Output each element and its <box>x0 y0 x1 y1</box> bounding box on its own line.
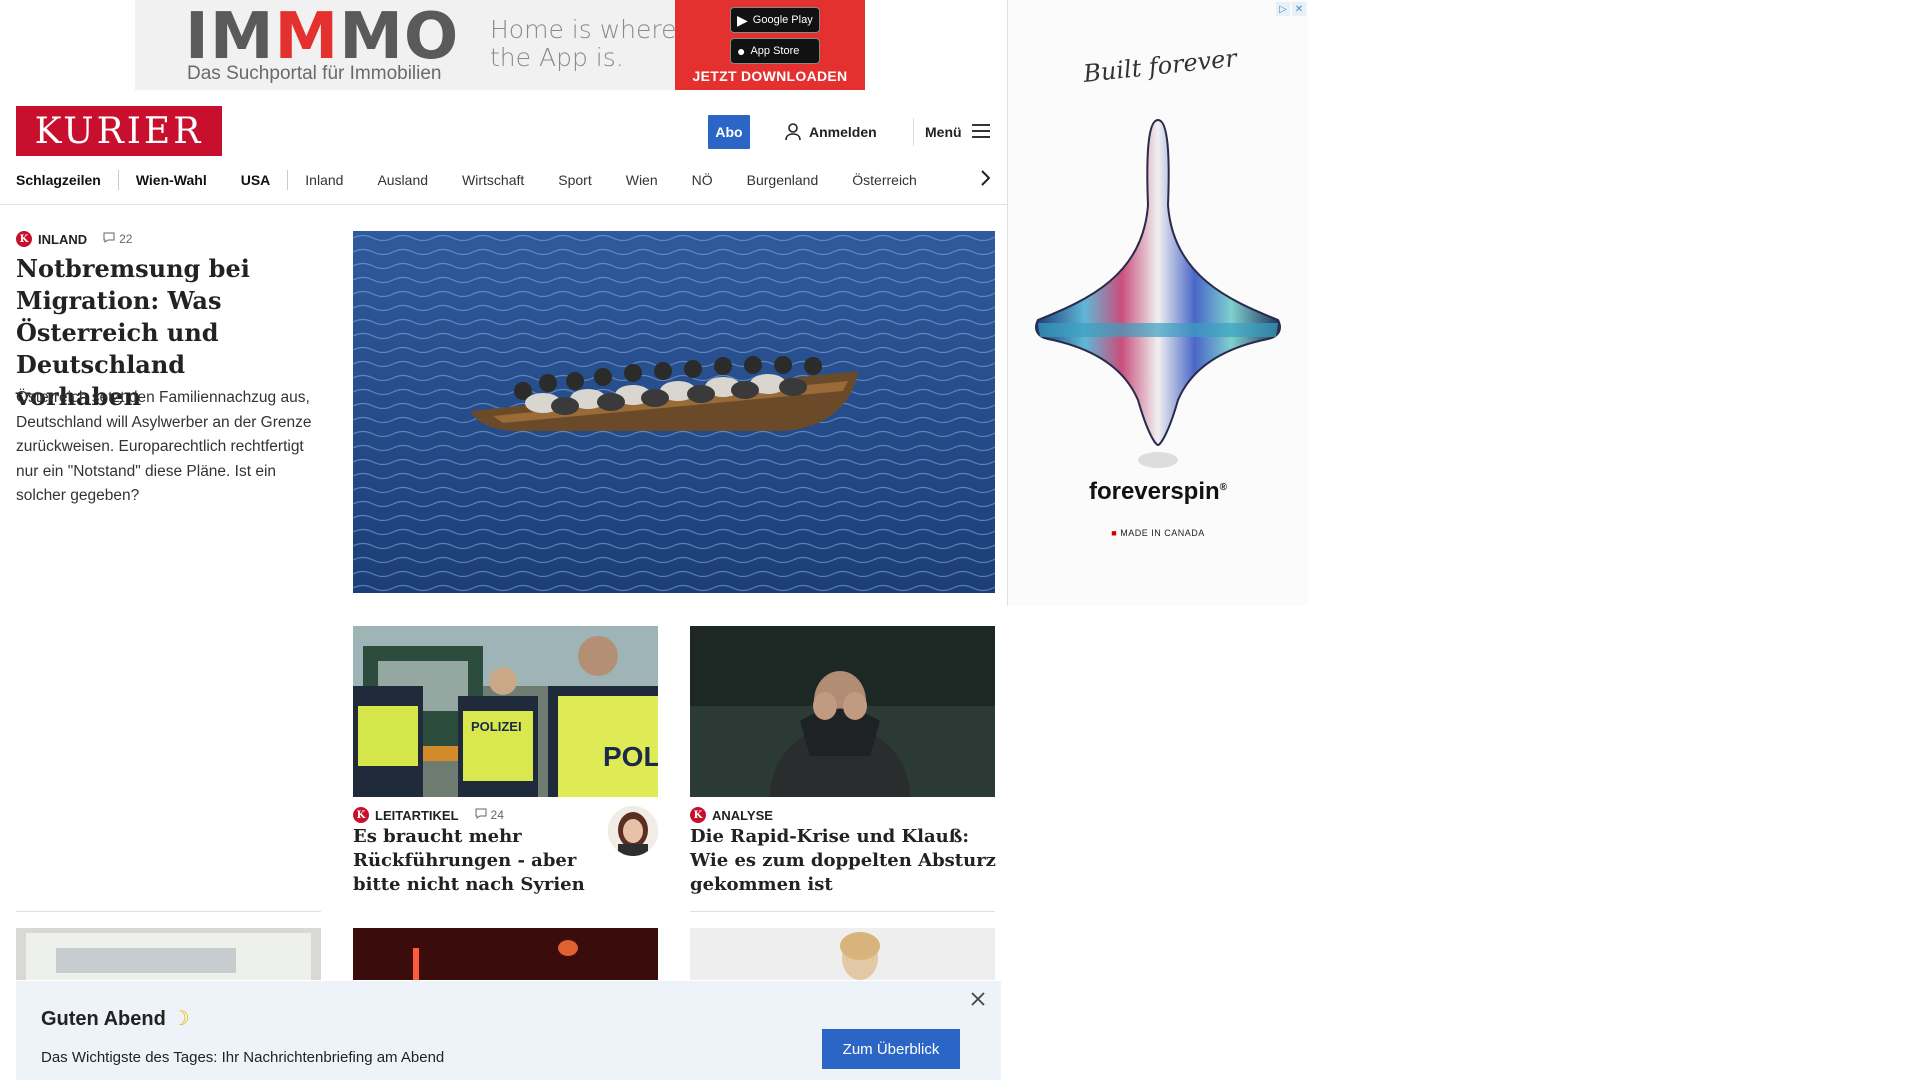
overview-button[interactable]: Zum Überblick <box>822 1029 960 1069</box>
moon-icon: ☽ <box>171 1008 190 1030</box>
header-divider <box>913 118 914 146</box>
comment-count[interactable]: 24 <box>475 808 504 822</box>
foreverspin-brand: foreverspin® <box>1088 478 1228 505</box>
ad-choices[interactable]: ▷ ✕ <box>1276 2 1306 16</box>
close-ad-icon[interactable]: ✕ <box>1292 2 1306 16</box>
section-divider <box>690 911 995 912</box>
nav-item-usa[interactable]: USA <box>241 172 271 188</box>
evening-briefing-banner: Guten Abend ☽ Das Wichtigste des Tages: I… <box>16 981 1001 1080</box>
lead-teaser: Österreich setzt den Familiennachzug aus… <box>16 389 312 504</box>
card-kicker-leitartikel[interactable]: K LEITARTIKEL 24 <box>353 807 504 823</box>
immmo-subtitle: Das Suchportal für Immobilien <box>187 63 442 84</box>
card-kicker-analyse[interactable]: K ANALYSE <box>690 807 773 823</box>
police-label-large: POLI <box>603 741 658 772</box>
card-headline-analyse[interactable]: Die Rapid-Krise und Klauß: Wie es zum do… <box>690 825 1000 897</box>
lead-kicker[interactable]: K INLAND 22 <box>16 231 132 247</box>
immmo-logo: IMMMO <box>185 0 460 74</box>
apple-icon: ● <box>737 43 746 59</box>
kurier-k-icon: K <box>16 231 32 247</box>
banner-text: Das Wichtigste des Tages: Ihr Nachrichte… <box>41 1049 445 1066</box>
teaser-image-fire[interactable] <box>353 928 658 980</box>
section-divider <box>16 911 321 912</box>
ad-script-text: Built forever <box>1081 44 1239 88</box>
chevron-right-icon <box>980 169 991 191</box>
nav-item-burgenland[interactable]: Burgenland <box>747 172 819 188</box>
nav-scroll-right-button[interactable] <box>975 168 995 192</box>
nav-item-schlagzeilen[interactable]: Schlagzeilen <box>16 172 101 188</box>
abo-button[interactable]: Abo <box>708 115 750 149</box>
kurier-k-icon: K <box>690 807 706 823</box>
comment-icon <box>103 232 115 246</box>
card-image-police[interactable]: POLIZEI POLI <box>353 626 658 797</box>
nav-divider <box>117 170 119 190</box>
google-play-badge[interactable]: ▶ Google Play <box>730 7 820 33</box>
nav-item-sport[interactable]: Sport <box>558 172 591 188</box>
menu-button[interactable]: Menü <box>925 120 990 144</box>
ad-tagline: Home is where the App is. <box>490 15 677 72</box>
comment-icon <box>475 808 487 822</box>
login-button[interactable]: Anmelden <box>785 120 877 144</box>
spinning-top-image <box>1035 118 1281 468</box>
banner-title: Guten Abend ☽ <box>41 1008 190 1030</box>
play-store-icon: ▶ <box>737 11 748 28</box>
teaser-image-lab[interactable] <box>16 928 321 980</box>
nav-item-oesterreich[interactable]: Österreich <box>852 172 917 188</box>
comment-count[interactable]: 22 <box>103 232 132 246</box>
nav-divider-line <box>0 204 1007 205</box>
nav-divider <box>287 170 289 190</box>
top-ad-banner[interactable]: IMMMO Das Suchportal für Immobilien Home… <box>135 0 865 90</box>
made-in-canada: ■ MADE IN CANADA <box>1111 528 1205 538</box>
nav-item-wien[interactable]: Wien <box>626 172 658 188</box>
side-ad-foreverspin[interactable]: ▷ ✕ Built forever foreverspin® ■ MADE IN… <box>1008 0 1308 606</box>
teaser-image-speaker[interactable] <box>690 928 995 980</box>
nav-item-ausland[interactable]: Ausland <box>377 172 428 188</box>
canada-flag-icon: ■ <box>1111 528 1118 538</box>
author-avatar[interactable] <box>608 806 658 856</box>
kurier-k-icon: K <box>353 807 369 823</box>
ad-download-cta[interactable]: JETZT DOWNLOADEN <box>675 68 865 84</box>
card-image-football-coach[interactable] <box>690 626 995 797</box>
user-icon <box>785 123 801 141</box>
close-icon <box>971 991 985 1011</box>
close-banner-button[interactable] <box>966 989 990 1013</box>
nav-item-wirtschaft[interactable]: Wirtschaft <box>462 172 524 188</box>
nav-item-wien-wahl[interactable]: Wien-Wahl <box>136 172 207 188</box>
lead-image-boat[interactable] <box>353 231 995 593</box>
card-headline-leitartikel[interactable]: Es braucht mehr Rückführungen - aber bit… <box>353 825 603 897</box>
nav-item-inland[interactable]: Inland <box>305 172 343 188</box>
police-label: POLIZEI <box>471 719 522 734</box>
hamburger-icon <box>971 123 990 141</box>
adchoices-icon[interactable]: ▷ <box>1276 2 1290 16</box>
nav-item-noe[interactable]: NÖ <box>692 172 713 188</box>
category-nav: Schlagzeilen Wien-Wahl USA Inland Auslan… <box>16 168 1001 192</box>
app-store-badge[interactable]: ● App Store <box>730 38 820 64</box>
kurier-logo[interactable]: KURIER <box>16 106 222 156</box>
